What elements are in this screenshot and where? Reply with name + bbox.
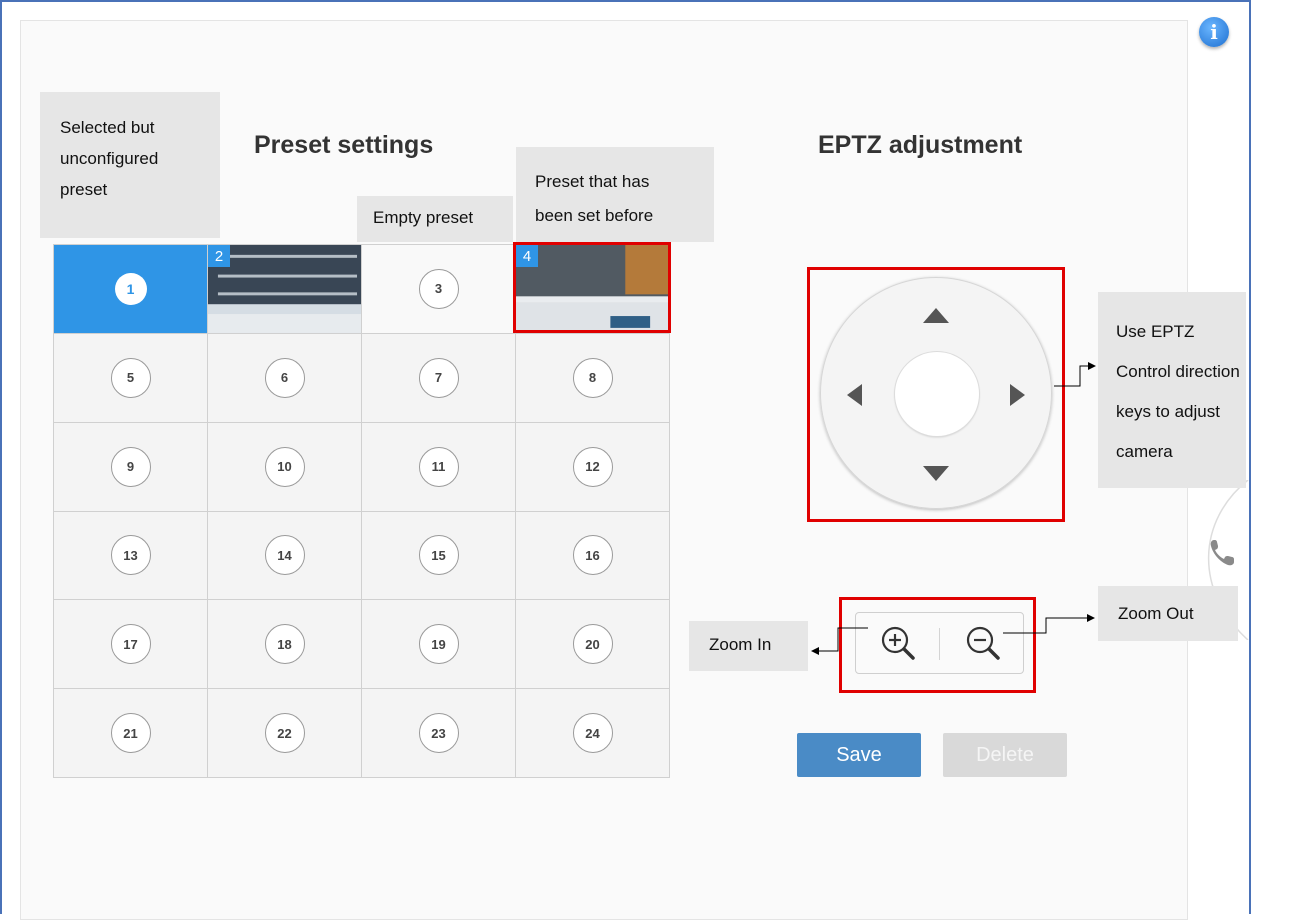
callout-zoom-out: Zoom Out: [1098, 586, 1238, 641]
preset-cell-19[interactable]: 19: [362, 600, 516, 690]
preset-number: 9: [110, 446, 151, 487]
preset-cell-2[interactable]: 2: [208, 245, 362, 334]
preset-number: 1: [114, 272, 147, 305]
arrow-down-icon[interactable]: [923, 466, 949, 481]
preset-cell-14[interactable]: 14: [208, 511, 362, 601]
callout-zoom-in: Zoom In: [689, 621, 808, 671]
preset-cell-15[interactable]: 15: [362, 511, 516, 601]
delete-button[interactable]: Delete: [943, 733, 1067, 777]
callout-line: keys to adjust: [1116, 402, 1220, 421]
preset-number: 23: [418, 713, 459, 754]
preset-number: 22: [264, 713, 305, 754]
preset-number: 18: [264, 624, 305, 665]
preset-number: 17: [110, 624, 151, 665]
preset-cell-9[interactable]: 9: [54, 422, 208, 512]
highlight-preset-4: [513, 242, 671, 333]
preset-number: 6: [264, 357, 305, 398]
callout-line: camera: [1116, 442, 1173, 461]
preset-cell-13[interactable]: 13: [54, 511, 208, 601]
preset-number: 5: [110, 357, 151, 398]
eptz-adjustment-title: EPTZ adjustment: [818, 131, 1023, 159]
preset-cell-7[interactable]: 7: [362, 333, 516, 423]
preset-cell-11[interactable]: 11: [362, 422, 516, 512]
callout-line: unconfigured: [60, 149, 159, 168]
preset-cell-22[interactable]: 22: [208, 689, 362, 778]
preset-cell-23[interactable]: 23: [362, 689, 516, 778]
preset-number: 7: [418, 357, 459, 398]
preset-number: 19: [418, 624, 459, 665]
preset-number: 3: [418, 268, 459, 309]
preset-number: 15: [418, 535, 459, 576]
callout-line: Use EPTZ: [1116, 322, 1195, 341]
arrow-left-icon[interactable]: [847, 384, 862, 406]
preset-cell-16[interactable]: 16: [516, 511, 670, 601]
preset-cell-18[interactable]: 18: [208, 600, 362, 690]
preset-cell-21[interactable]: 21: [54, 689, 208, 778]
callout-line: Control direction: [1116, 362, 1240, 381]
zoom-control-group: [855, 612, 1024, 674]
preset-cell-1[interactable]: 1: [54, 245, 208, 334]
preset-number: 8: [572, 357, 613, 398]
callout-eptz-control: Use EPTZ Control direction keys to adjus…: [1098, 292, 1246, 488]
callout-line: Selected but: [60, 118, 155, 137]
callout-line: been set before: [535, 206, 654, 225]
callout-line: Empty preset: [373, 208, 474, 227]
preset-cell-17[interactable]: 17: [54, 600, 208, 690]
callout-line: preset: [60, 180, 108, 199]
preset-number: 21: [110, 713, 151, 754]
preset-cell-24[interactable]: 24: [516, 689, 670, 778]
preset-cell-12[interactable]: 12: [516, 422, 670, 512]
zoom-in-button[interactable]: [868, 619, 928, 667]
callout-line: Zoom Out: [1118, 604, 1194, 623]
preset-settings-title: Preset settings: [254, 131, 434, 159]
preset-cell-20[interactable]: 20: [516, 600, 670, 690]
preset-number: 13: [110, 535, 151, 576]
callout-selected-unconfigured: Selected but unconfigured preset: [40, 92, 220, 238]
eptz-direction-pad: [820, 277, 1052, 509]
save-button[interactable]: Save: [797, 733, 921, 777]
arrow-right-icon[interactable]: [1010, 384, 1025, 406]
preset-cell-10[interactable]: 10: [208, 422, 362, 512]
zoom-divider: [939, 628, 940, 660]
preset-number: 10: [264, 446, 305, 487]
preset-number: 20: [572, 624, 613, 665]
preset-number: 14: [264, 535, 305, 576]
callout-line: Zoom In: [709, 635, 772, 654]
arrow-up-icon[interactable]: [923, 308, 949, 323]
preset-cell-3[interactable]: 3: [362, 245, 516, 334]
callout-line: Preset that has: [535, 172, 650, 191]
zoom-out-icon: [966, 626, 1000, 660]
preset-thumbnail: [208, 245, 361, 333]
info-icon[interactable]: i: [1199, 17, 1229, 47]
eptz-center-button[interactable]: [895, 352, 979, 436]
preset-number: 16: [572, 535, 613, 576]
preset-number: 24: [572, 713, 613, 754]
zoom-in-icon: [881, 626, 915, 660]
zoom-out-button[interactable]: [953, 619, 1013, 667]
preset-number: 11: [418, 446, 459, 487]
callout-empty-preset: Empty preset: [357, 196, 513, 242]
callout-preset-set-before: Preset that has been set before: [516, 147, 714, 242]
preset-cell-6[interactable]: 6: [208, 333, 362, 423]
preset-cell-8[interactable]: 8: [516, 333, 670, 423]
preset-number: 12: [572, 446, 613, 487]
preset-cell-5[interactable]: 5: [54, 333, 208, 423]
preset-number-tag: 2: [208, 245, 230, 267]
